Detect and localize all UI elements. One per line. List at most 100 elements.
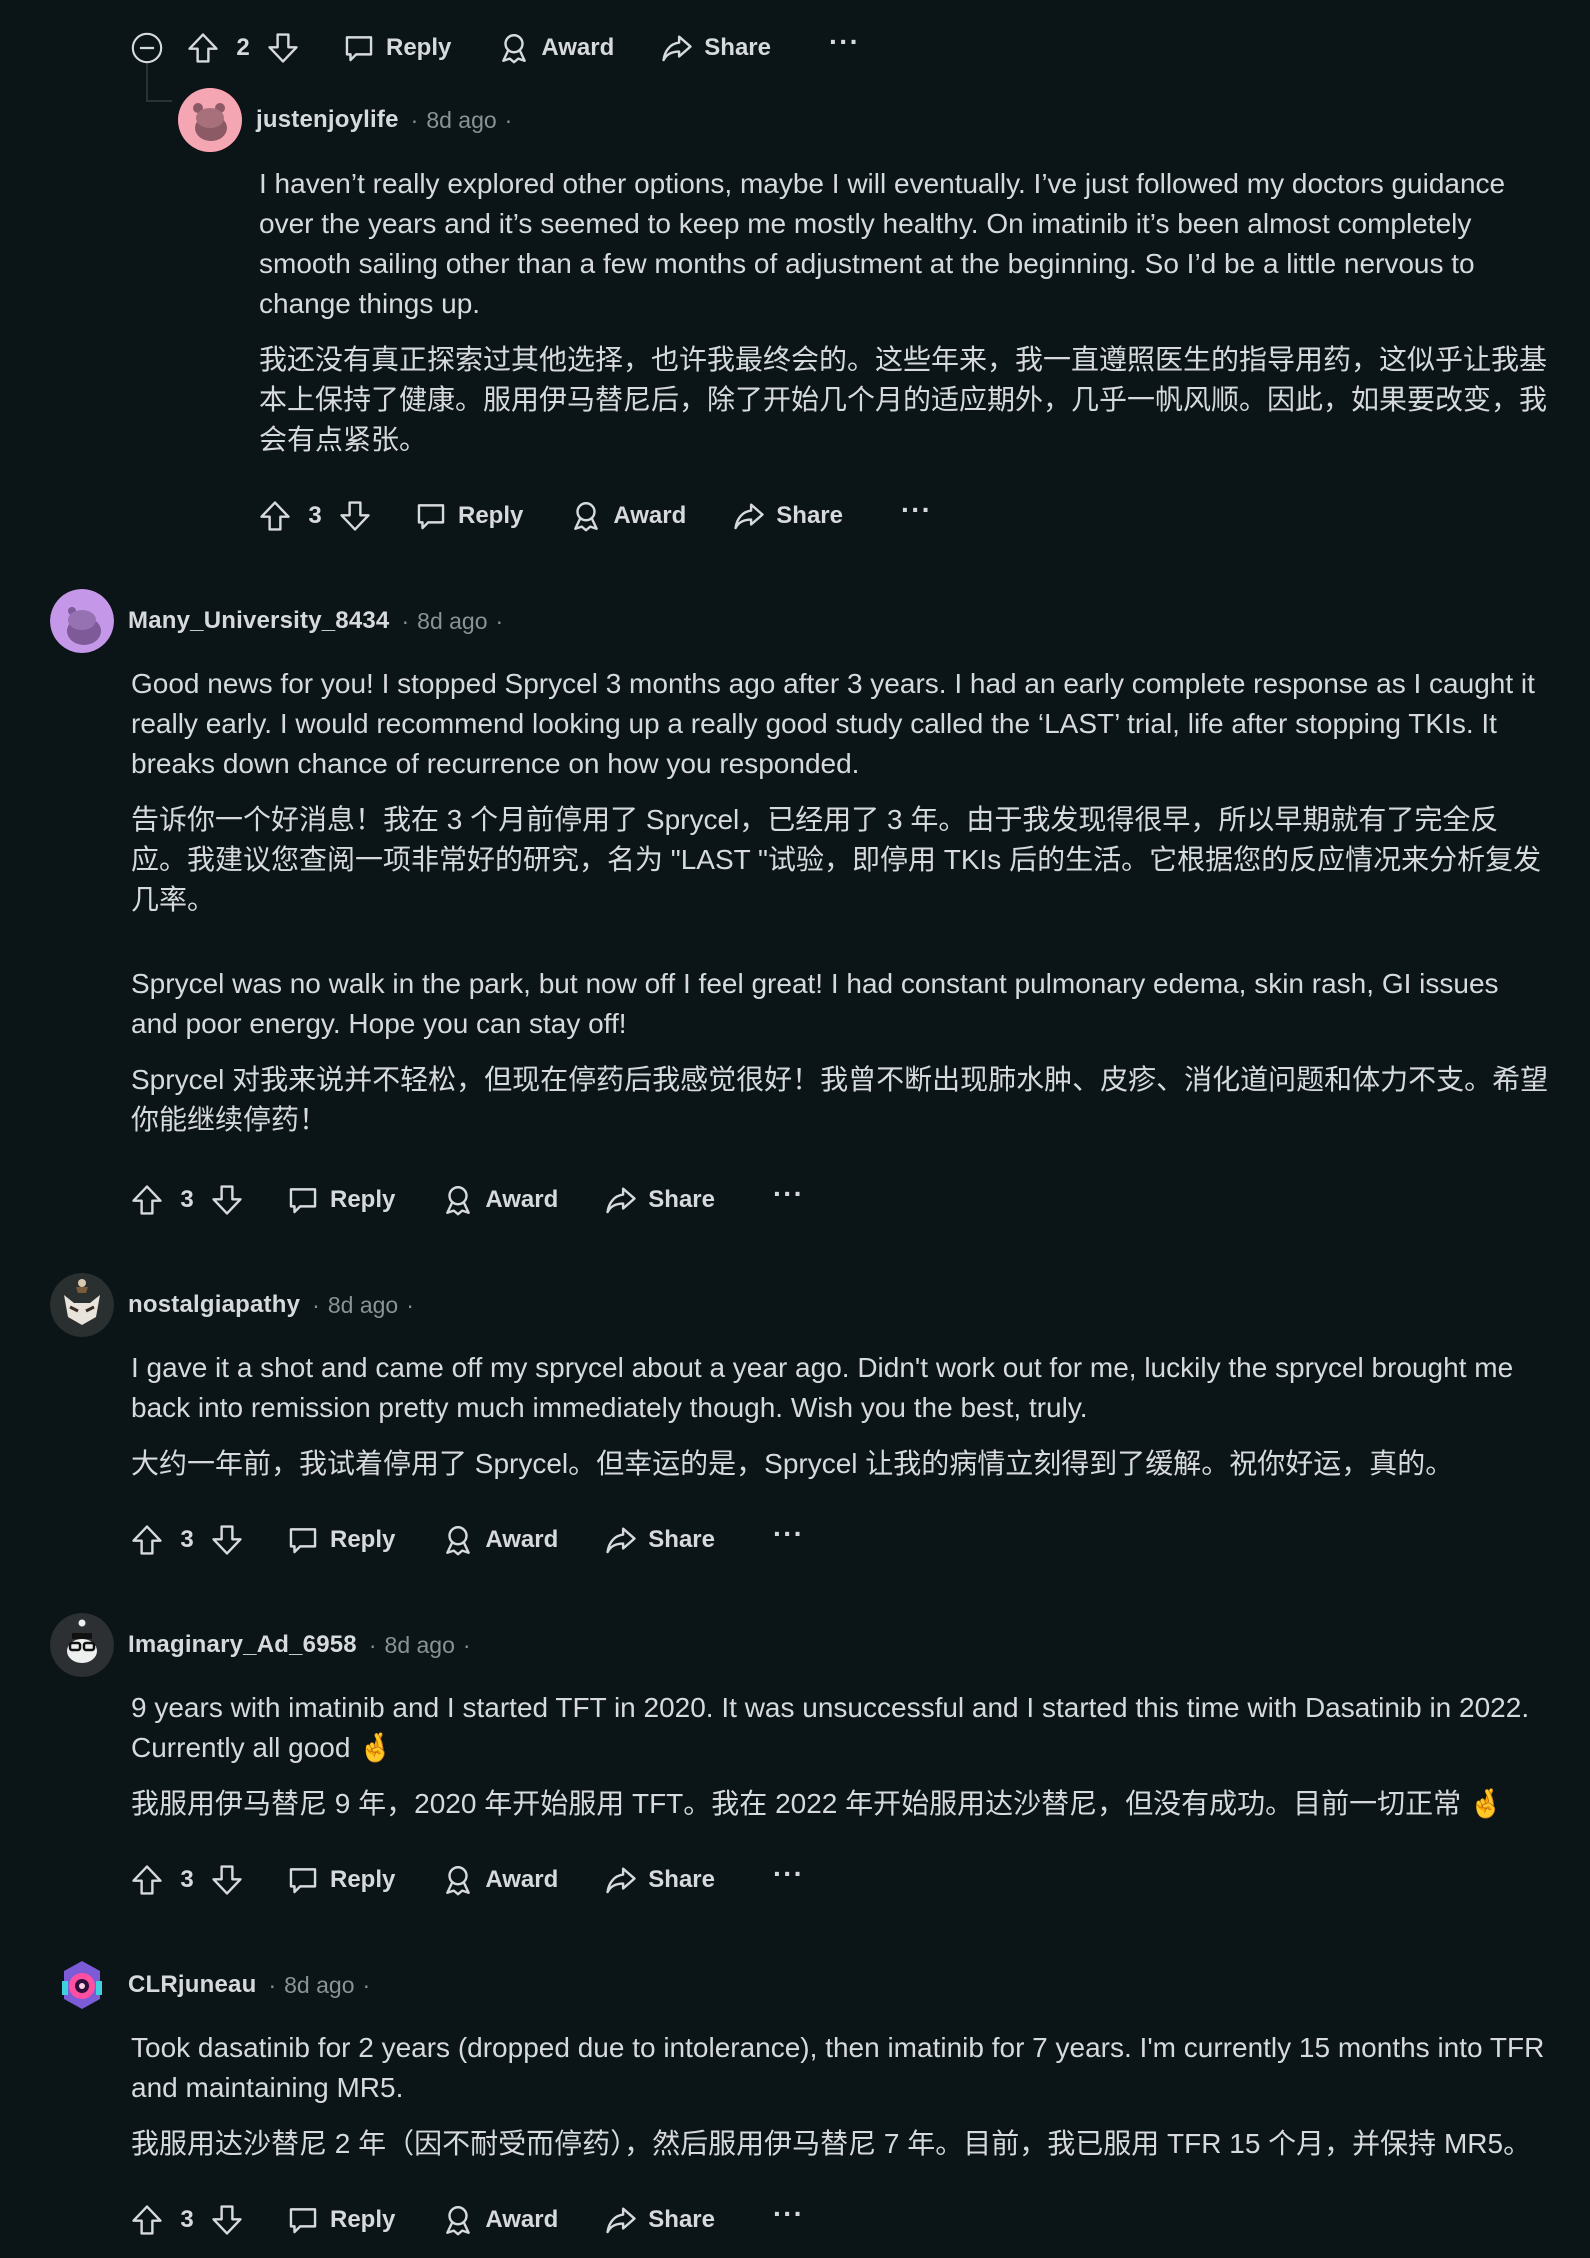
reply-label: Reply — [330, 1526, 396, 1553]
username[interactable]: CLRjuneau — [128, 1971, 256, 1999]
comment-body: 9 years with imatinib and I started TFT … — [131, 1688, 1551, 1824]
timestamp[interactable]: 8d ago — [284, 1972, 354, 1999]
comment-actions: 3 Reply Award Share ··· — [130, 1178, 804, 1222]
vote-count: 3 — [180, 1526, 194, 1553]
award-icon — [441, 1183, 475, 1217]
reply-icon — [342, 31, 376, 65]
downvote-button[interactable] — [210, 2203, 244, 2237]
award-icon — [441, 1523, 475, 1557]
downvote-icon — [210, 1523, 244, 1557]
comment-text: Good news for you! I stopped Sprycel 3 m… — [131, 668, 1535, 779]
upvote-button[interactable] — [258, 499, 292, 533]
timestamp[interactable]: 8d ago — [426, 107, 496, 134]
share-button[interactable]: Share — [604, 1863, 715, 1897]
share-label: Share — [704, 34, 771, 61]
purple-snoo-avatar[interactable] — [50, 589, 114, 653]
downvote-button[interactable] — [210, 1523, 244, 1557]
vote-count: 2 — [236, 34, 250, 61]
share-label: Share — [648, 1186, 715, 1213]
reply-button[interactable]: Reply — [286, 1523, 395, 1557]
share-button[interactable]: Share — [660, 31, 771, 65]
comment-text: 9 years with imatinib and I started TFT … — [131, 1692, 1530, 1763]
comment-body: I haven’t really explored other options,… — [259, 164, 1549, 460]
comment-text: I haven’t really explored other options,… — [259, 168, 1506, 319]
upvote-button[interactable] — [130, 2203, 164, 2237]
upvote-button[interactable] — [130, 1183, 164, 1217]
share-icon — [604, 1183, 638, 1217]
share-button[interactable]: Share — [604, 1183, 715, 1217]
upvote-icon — [130, 2203, 164, 2237]
award-icon — [569, 499, 603, 533]
award-button[interactable]: Award — [497, 31, 614, 65]
more-options-button[interactable]: ··· — [829, 28, 860, 59]
fox-snoo-avatar[interactable] — [50, 1273, 114, 1337]
upvote-button[interactable] — [130, 1523, 164, 1557]
comment-body: Good news for you! I stopped Sprycel 3 m… — [131, 664, 1551, 1140]
award-button[interactable]: Award — [441, 1523, 558, 1557]
upvote-icon — [258, 499, 292, 533]
separator-dot: · — [406, 1291, 414, 1318]
award-button[interactable]: Award — [441, 1863, 558, 1897]
more-options-button[interactable]: ··· — [773, 1860, 804, 1891]
downvote-button[interactable] — [266, 31, 300, 65]
award-icon — [497, 31, 531, 65]
separator-dot: · — [368, 1631, 377, 1658]
username[interactable]: Many_University_8434 — [128, 607, 389, 635]
award-button[interactable]: Award — [441, 2203, 558, 2237]
username[interactable]: justenjoylife — [256, 106, 399, 134]
reply-button[interactable]: Reply — [286, 1183, 395, 1217]
separator-dot: · — [462, 1631, 471, 1658]
reply-icon — [286, 1523, 320, 1557]
award-button[interactable]: Award — [569, 499, 686, 533]
award-button[interactable]: Award — [441, 1183, 558, 1217]
collapse-thread-button[interactable] — [130, 31, 164, 65]
username[interactable]: nostalgiapathy — [128, 1291, 300, 1319]
comment-translation: 大约一年前，我试着停用了 Sprycel。但幸运的是，Sprycel 让我的病情… — [131, 1448, 1454, 1479]
award-label: Award — [485, 2206, 559, 2233]
more-options-button[interactable]: ··· — [773, 1520, 804, 1551]
comment-text: I gave it a shot and came off my sprycel… — [131, 1352, 1514, 1423]
downvote-button[interactable] — [338, 499, 372, 533]
upvote-icon — [130, 1183, 164, 1217]
award-label: Award — [541, 34, 615, 61]
share-button[interactable]: Share — [604, 1523, 715, 1557]
collapse-icon — [130, 31, 164, 65]
share-icon — [604, 2203, 638, 2237]
more-options-button[interactable]: ··· — [773, 1180, 804, 1211]
reply-button[interactable]: Reply — [286, 2203, 395, 2237]
pink-snoo-avatar[interactable] — [178, 88, 242, 152]
share-icon — [604, 1863, 638, 1897]
comment-body: Took dasatinib for 2 years (dropped due … — [131, 2028, 1551, 2164]
timestamp[interactable]: 8d ago — [417, 608, 487, 635]
glasses-snoo-avatar[interactable] — [50, 1613, 114, 1677]
upvote-button[interactable] — [186, 31, 220, 65]
downvote-button[interactable] — [210, 1863, 244, 1897]
reply-icon — [286, 1863, 320, 1897]
username[interactable]: Imaginary_Ad_6958 — [128, 1631, 357, 1659]
robot-snoo-avatar[interactable] — [50, 1953, 114, 2017]
timestamp[interactable]: 8d ago — [328, 1292, 398, 1319]
award-label: Award — [485, 1186, 559, 1213]
reply-label: Reply — [330, 2206, 396, 2233]
more-options-button[interactable]: ··· — [901, 496, 932, 527]
upvote-button[interactable] — [130, 1863, 164, 1897]
vote-controls: 3 — [130, 1863, 244, 1897]
vote-controls: 2 — [186, 31, 300, 65]
share-button[interactable]: Share — [604, 2203, 715, 2237]
share-button[interactable]: Share — [732, 499, 843, 533]
reply-button[interactable]: Reply — [286, 1863, 395, 1897]
comment-actions: 3 Reply Award Share ··· — [130, 2198, 804, 2242]
downvote-icon — [210, 1183, 244, 1217]
reply-button[interactable]: Reply — [414, 499, 523, 533]
timestamp[interactable]: 8d ago — [385, 1632, 455, 1659]
share-icon — [660, 31, 694, 65]
comment-translation: 我服用达沙替尼 2 年（因不耐受而停药），然后服用伊马替尼 7 年。目前，我已服… — [131, 2128, 1532, 2159]
share-label: Share — [648, 1526, 715, 1553]
reply-icon — [286, 1183, 320, 1217]
share-label: Share — [648, 2206, 715, 2233]
more-options-button[interactable]: ··· — [773, 2200, 804, 2231]
award-label: Award — [485, 1526, 559, 1553]
separator-dot: · — [410, 106, 419, 133]
downvote-button[interactable] — [210, 1183, 244, 1217]
reply-button[interactable]: Reply — [342, 31, 451, 65]
